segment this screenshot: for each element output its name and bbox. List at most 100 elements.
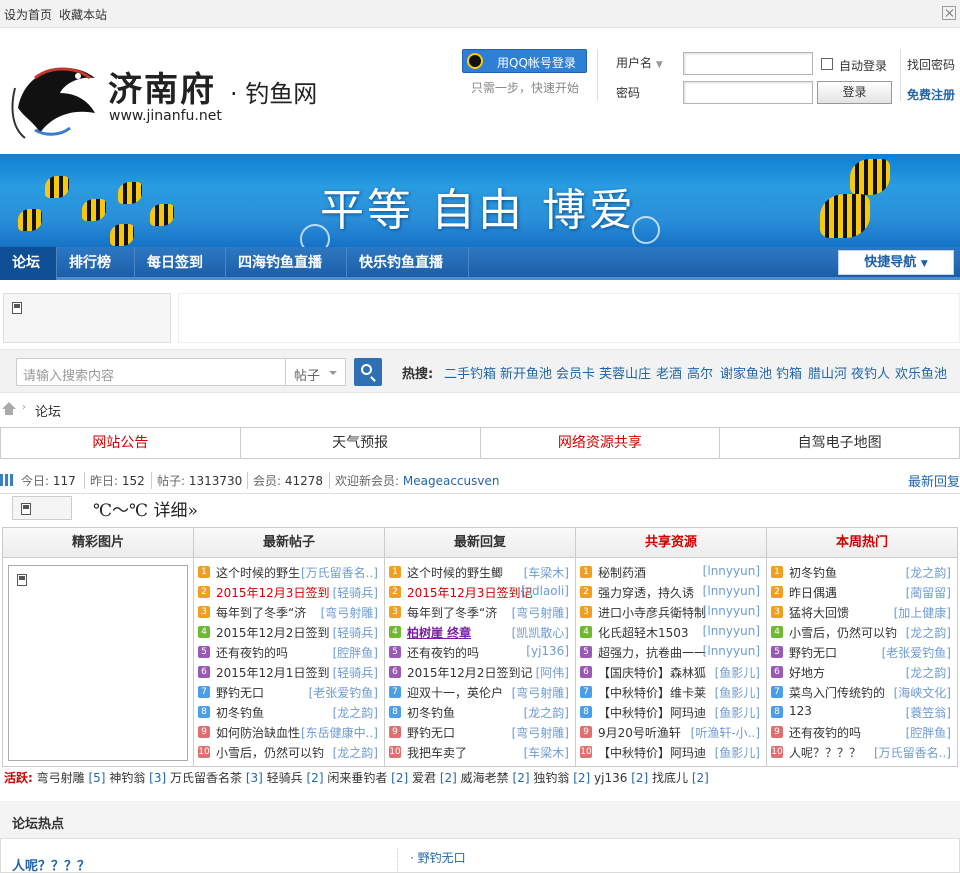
search-scope-select[interactable]: 帖子 <box>286 358 346 386</box>
post-title[interactable]: 2015年12月3日签到记 <box>407 584 532 601</box>
tab-resources[interactable]: 网络资源共享 <box>481 428 721 458</box>
list-item[interactable]: 7 迎双十一，英伦户 [弯弓射雕] <box>385 682 575 702</box>
list-item[interactable]: 1 这个时候的野生鲫 [车梁木] <box>385 562 575 582</box>
post-title[interactable]: 还有夜钓的吗 <box>216 644 288 661</box>
active-user[interactable]: yj136 [2] <box>590 771 648 785</box>
post-title[interactable]: 人呢？？？？ <box>789 744 861 761</box>
post-title[interactable]: 超强力，抗卷曲一一 <box>598 644 706 661</box>
post-title[interactable]: 【中秋特价】阿玛迪 <box>598 744 706 761</box>
bookmark-link[interactable]: 收藏本站 <box>59 6 107 23</box>
list-item[interactable]: 6 好地方 [龙之韵] <box>767 662 957 682</box>
post-title[interactable]: 野钓无口 <box>216 684 264 701</box>
post-title[interactable]: 【中秋特价】维卡莱 <box>598 684 706 701</box>
post-title[interactable]: 初冬钓鱼 <box>789 564 837 581</box>
latest-reply-link[interactable]: 最新回复 <box>908 471 960 490</box>
post-title[interactable]: 如何防治缺血性 <box>216 724 300 741</box>
list-item[interactable]: 9 9月20号听渔轩 [听渔轩-小..] <box>576 722 766 742</box>
list-item[interactable]: 4 小雪后，仍然可以钓 [龙之韵] <box>767 622 957 642</box>
list-item[interactable]: 4 柏树崖 终章 [凯凯散心] <box>385 622 575 642</box>
post-author[interactable]: [弯弓射雕] <box>512 684 569 701</box>
quick-nav-button[interactable]: 快捷导航 ▼ <box>838 250 954 275</box>
post-title[interactable]: 强力穿透，持久诱 <box>598 584 694 601</box>
post-author[interactable]: [龙之韵] <box>333 704 378 721</box>
post-author[interactable]: [lnnyyun] <box>703 584 760 598</box>
active-user-name[interactable]: 爱君 <box>412 771 436 785</box>
post-author[interactable]: [车梁木] <box>524 564 569 581</box>
search-button[interactable] <box>354 358 382 386</box>
post-author[interactable]: [车梁木] <box>524 744 569 761</box>
active-user[interactable]: 爱君 [2] <box>408 771 457 785</box>
list-item[interactable]: 5 还有夜钓的吗 [yj136] <box>385 642 575 662</box>
post-author[interactable]: [东岳健康中..] <box>301 724 378 741</box>
forum-hot-item-right[interactable]: · 野钓无口 <box>410 849 466 866</box>
list-item[interactable]: 7 菜鸟入门传统钓的 [海峡文化] <box>767 682 957 702</box>
hot-search-link[interactable]: 老酒 <box>656 363 682 382</box>
post-author[interactable]: [lnnyyun] <box>703 564 760 578</box>
post-author[interactable]: [蓑笠翁] <box>906 704 951 721</box>
post-title[interactable]: 猛将大回馈 <box>789 604 849 621</box>
post-author[interactable]: [腔胖鱼] <box>333 644 378 661</box>
post-author[interactable]: [加上健康] <box>894 604 951 621</box>
nav-item-happy-live[interactable]: 快乐钓鱼直播 <box>347 247 469 280</box>
post-author[interactable]: [sdlaoli] <box>521 584 569 598</box>
post-author[interactable]: [弯弓射雕] <box>321 604 378 621</box>
forgot-password-link[interactable]: 找回密码 <box>907 56 955 73</box>
post-title[interactable]: 2015年12月2日签到记 <box>407 664 532 681</box>
list-item[interactable]: 8 初冬钓鱼 [龙之韵] <box>385 702 575 722</box>
post-title[interactable]: 这个时候的野生 <box>216 564 300 581</box>
hot-search-link[interactable]: 芙蓉山庄 <box>599 363 651 382</box>
list-item[interactable]: 10 【中秋特价】阿玛迪 [鱼影儿] <box>576 742 766 762</box>
list-item[interactable]: 10 我把车卖了 [车梁木] <box>385 742 575 762</box>
post-title[interactable]: 野钓无口 <box>789 644 837 661</box>
post-author[interactable]: [龙之韵] <box>906 564 951 581</box>
list-item[interactable]: 1 这个时候的野生 [万氏留香名..] <box>194 562 384 582</box>
ad-slot[interactable] <box>178 293 960 343</box>
post-title[interactable]: 秘制药酒 <box>598 564 646 581</box>
list-item[interactable]: 7 【中秋特价】维卡莱 [鱼影儿] <box>576 682 766 702</box>
post-title[interactable]: 123 <box>789 704 812 718</box>
list-item[interactable]: 1 秘制药酒 [lnnyyun] <box>576 562 766 582</box>
hot-search-link[interactable]: 欢乐鱼池 <box>895 363 947 382</box>
list-item[interactable]: 2 昨日偶遇 [蔺留留] <box>767 582 957 602</box>
active-user[interactable]: 弯弓射雕 [5] <box>37 771 106 785</box>
search-input[interactable]: 请输入搜索内容 <box>16 358 286 386</box>
post-author[interactable]: [阿伟] <box>536 664 569 681</box>
login-button[interactable]: 登录 <box>817 81 892 104</box>
active-user-name[interactable]: 神钓翁 <box>109 771 145 785</box>
post-title[interactable]: 我把车卖了 <box>407 744 467 761</box>
active-user[interactable]: 找底儿 [2] <box>648 771 709 785</box>
post-author[interactable]: [老张爱钓鱼] <box>309 684 378 701</box>
list-item[interactable]: 5 超强力，抗卷曲一一 [lnnyyun] <box>576 642 766 662</box>
active-user-name[interactable]: 弯弓射雕 <box>37 771 85 785</box>
nav-item-checkin[interactable]: 每日签到 <box>135 247 226 280</box>
post-author[interactable]: [龙之韵] <box>524 704 569 721</box>
post-title[interactable]: 初冬钓鱼 <box>216 704 264 721</box>
newest-member-link[interactable]: Meageaccusven <box>403 474 500 488</box>
post-title[interactable]: 每年到了冬季“济 <box>407 604 497 621</box>
list-item[interactable]: 2 2015年12月3日签到 [轻骑兵] <box>194 582 384 602</box>
hot-search-link[interactable]: 谢家鱼池 <box>720 363 772 382</box>
list-item[interactable]: 4 化氏超轻木1503 [lnnyyun] <box>576 622 766 642</box>
hot-search-link[interactable]: 钓箱 <box>776 363 802 382</box>
nav-item-ranking[interactable]: 排行榜 <box>57 247 135 280</box>
post-author[interactable]: [龙之韵] <box>906 624 951 641</box>
post-title[interactable]: 还有夜钓的吗 <box>407 644 479 661</box>
post-author[interactable]: [鱼影儿] <box>715 744 760 761</box>
post-title[interactable]: 野钓无口 <box>407 724 455 741</box>
post-title[interactable]: 每年到了冬季“济 <box>216 604 306 621</box>
post-author[interactable]: [lnnyyun] <box>703 644 760 658</box>
breadcrumb-current[interactable]: 论坛 <box>35 401 61 420</box>
post-author[interactable]: [轻骑兵] <box>333 664 378 681</box>
post-author[interactable]: [yj136] <box>526 644 569 658</box>
active-user[interactable]: 闲来垂钓者 [2] <box>324 771 408 785</box>
set-home-link[interactable]: 设为首页 <box>4 6 52 23</box>
list-item[interactable]: 10 小雪后，仍然可以钓 [龙之韵] <box>194 742 384 762</box>
active-user-name[interactable]: 闲来垂钓者 <box>327 771 387 785</box>
hot-search-link[interactable]: 高尔 <box>687 363 713 382</box>
list-item[interactable]: 4 2015年12月2日签到 [轻骑兵] <box>194 622 384 642</box>
list-item[interactable]: 6 2015年12月1日签到 [轻骑兵] <box>194 662 384 682</box>
post-author[interactable]: [龙之韵] <box>906 664 951 681</box>
post-author[interactable]: [弯弓射雕] <box>512 604 569 621</box>
post-title[interactable]: 这个时候的野生鲫 <box>407 564 503 581</box>
featured-picture[interactable] <box>8 565 188 761</box>
